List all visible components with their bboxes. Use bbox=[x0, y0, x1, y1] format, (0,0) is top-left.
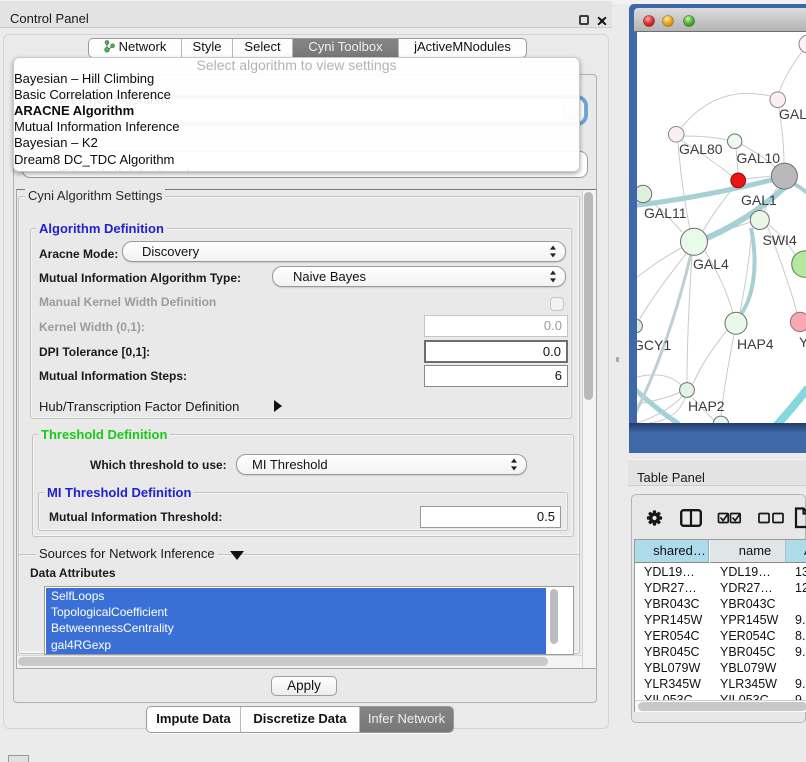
svg-text:GAL4: GAL4 bbox=[693, 256, 729, 272]
svg-text:GAL7: GAL7 bbox=[779, 106, 806, 122]
svg-text:YM: YM bbox=[799, 334, 806, 350]
svg-text:GAL10: GAL10 bbox=[737, 150, 781, 166]
svg-text:GAL80: GAL80 bbox=[679, 141, 723, 157]
svg-text:GCY1: GCY1 bbox=[637, 337, 671, 353]
svg-text:HAP2: HAP2 bbox=[688, 398, 725, 414]
svg-text:GAL1: GAL1 bbox=[741, 192, 777, 208]
svg-text:HAP4: HAP4 bbox=[737, 336, 774, 352]
svg-text:GAL11: GAL11 bbox=[644, 205, 687, 221]
svg-text:SWI4: SWI4 bbox=[763, 232, 797, 248]
